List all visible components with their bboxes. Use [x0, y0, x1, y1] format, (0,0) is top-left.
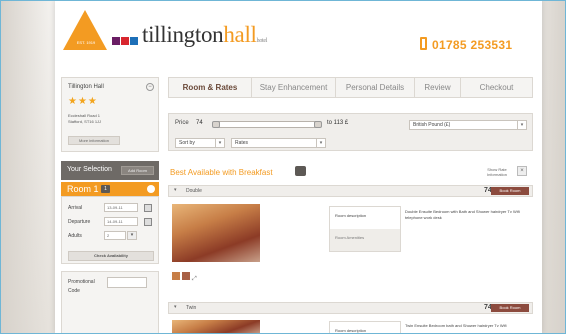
frame-border [0, 0, 566, 334]
page: EST. 1919 tillingtonhallhotel 01785 2535… [0, 0, 566, 334]
